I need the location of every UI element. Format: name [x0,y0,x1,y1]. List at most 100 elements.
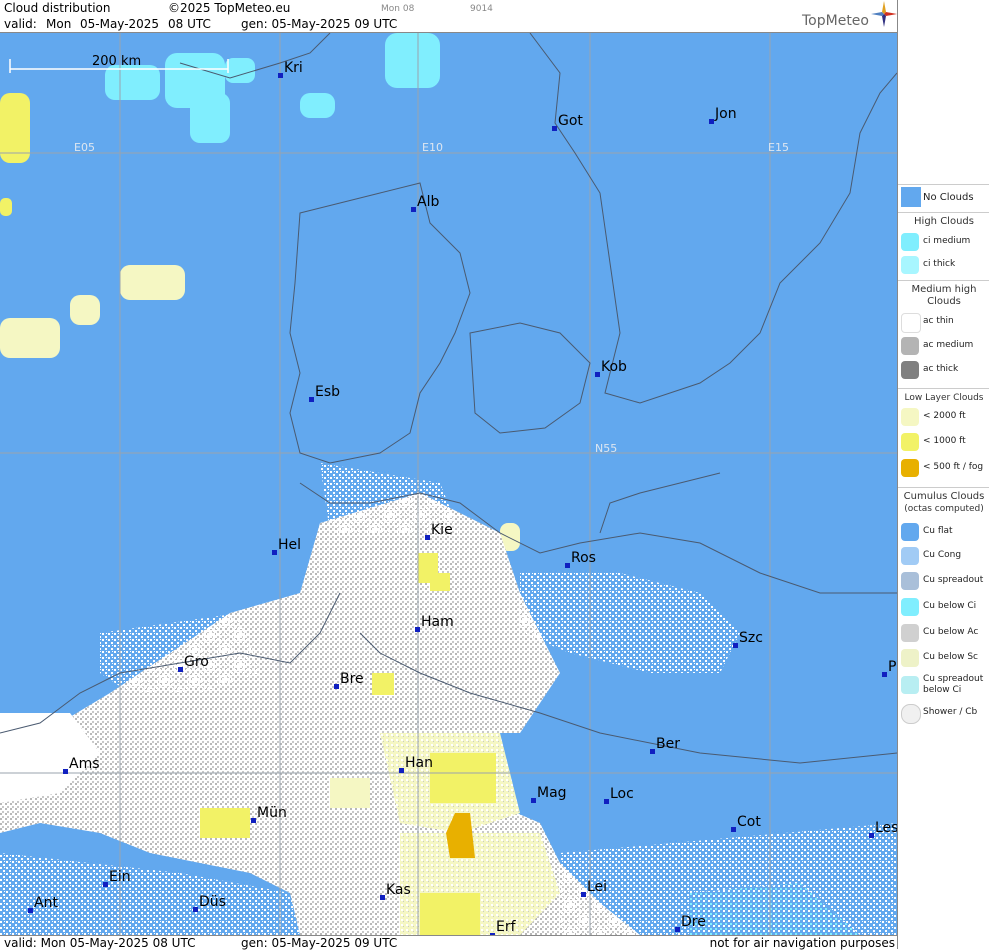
ci-thick-swatch [901,256,919,274]
legend-ac-thin: ac thin [898,311,989,333]
legend-label: ac thin [923,316,954,326]
low-2000-swatch [901,408,919,426]
city-dot [425,535,430,540]
ac-thick-swatch [901,361,919,379]
city-dot [411,207,416,212]
city-label: Kie [431,522,453,538]
city-label: Cot [737,814,761,830]
city-label: Dre [681,914,706,930]
grid-label-e15: E15 [768,141,789,154]
city-dot [650,749,655,754]
valid-label: valid: [4,17,37,31]
map-footer: valid: Mon 05-May-2025 08 UTC gen: 05-Ma… [0,935,897,950]
city-dot [675,927,680,932]
city-label: P [888,659,896,675]
city-dot [581,892,586,897]
city-label: Düs [199,894,226,910]
city-marker-mün[interactable]: Mün [251,805,287,823]
legend-ci-medium: ci medium [898,231,989,253]
city-label: Jon [714,106,737,122]
cu-spreadout-below-ci-swatch [901,676,919,694]
legend-cu-flat: Cu flat [898,521,989,543]
legend-label: Cu flat [923,526,953,536]
city-dot [28,908,33,913]
footer-generated: gen: 05-May-2025 09 UTC [241,936,398,950]
no-clouds-swatch [901,187,921,207]
city-label: Kri [284,60,303,76]
cu-below-sc-swatch [901,649,919,667]
cloud-map[interactable]: 200 km E05 E10 E15 N55 Kri Got Jon Alb Kob Es… [0,33,897,935]
legend-ci-thick: ci thick [898,254,989,276]
city-dot [604,799,609,804]
city-marker-mag[interactable]: Mag [531,785,567,803]
city-dot [869,833,874,838]
city-marker-ams[interactable]: Ams [63,756,100,774]
tab-day[interactable]: Mon 08 [381,4,414,14]
legend-cu-cong: Cu Cong [898,545,989,567]
city-label: Mün [257,805,287,821]
scale-label: 200 km [92,54,141,69]
legend-label: < 1000 ft [923,436,966,446]
city-label: Ant [34,895,58,911]
legend-heading-cumulus: Cumulus Clouds (octas computed) [898,487,989,515]
copyright: ©2025 TopMeteo.eu [168,1,291,15]
valid-time: 08 UTC [168,17,211,31]
legend-heading-low: Low Layer Clouds [898,388,989,404]
city-label: Ber [656,736,680,752]
legend-label: Cu spreadout [923,575,984,585]
legend-label: ci thick [923,259,956,269]
fog-swatch [901,459,919,477]
cu-flat-swatch [901,523,919,541]
legend-cu-below-ac: Cu below Ac [898,622,989,644]
city-dot [178,667,183,672]
legend-label: No Clouds [923,192,974,203]
city-label: Gro [184,654,209,670]
grid-label-e10: E10 [422,141,443,154]
city-marker-ham[interactable]: Ham [415,614,454,632]
city-dot [309,397,314,402]
city-dot [565,563,570,568]
cu-below-ac-swatch [901,624,919,642]
city-dot [278,73,283,78]
legend-heading-cumulus-title: Cumulus Clouds [903,491,985,502]
city-dot [415,627,420,632]
city-dot [552,126,557,131]
legend-label: < 2000 ft [923,411,966,421]
legend-label: Cu Cong [923,550,962,560]
legend-cu-spreadout: Cu spreadout [898,570,989,592]
city-dot [709,119,714,124]
ac-medium-swatch [901,337,919,355]
city-dot [63,769,68,774]
city-label: Lei [587,879,607,895]
city-label: Bre [340,671,364,687]
city-dot [193,907,198,912]
city-label: Kas [386,882,411,898]
city-label: Ein [109,869,131,885]
legend-heading-high: High Clouds [898,212,989,228]
city-dot [272,550,277,555]
city-label: Ams [69,756,100,772]
legend-label: Cu below Ci [923,601,977,611]
legend-label: Shower / Cb [923,707,978,717]
city-marker-han[interactable]: Han [399,755,433,773]
city-label: Ros [571,550,596,566]
grid-label-e05: E05 [74,141,95,154]
ac-thin-swatch [901,313,921,333]
city-label: Ham [421,614,454,630]
map-title: Cloud distribution [4,1,111,15]
city-dot [103,882,108,887]
legend-label: < 500 ft / fog [923,462,984,472]
city-dot [251,818,256,823]
legend-low-500: < 500 ft / fog [898,457,989,479]
legend-ac-thick: ac thick [898,359,989,381]
legend-cu-below-sc: Cu below Sc [898,647,989,669]
legend-octas-note: (octas computed) [904,504,984,514]
city-label: Mag [537,785,567,801]
legend-label: ac thick [923,364,959,374]
city-label: Les [875,820,897,836]
legend-ac-medium: ac medium [898,335,989,357]
topmeteo-logo: TopMeteo [802,13,869,29]
city-label: Alb [417,194,439,210]
footer-disclaimer: not for air navigation purposes [709,936,895,950]
city-dot [399,768,404,773]
